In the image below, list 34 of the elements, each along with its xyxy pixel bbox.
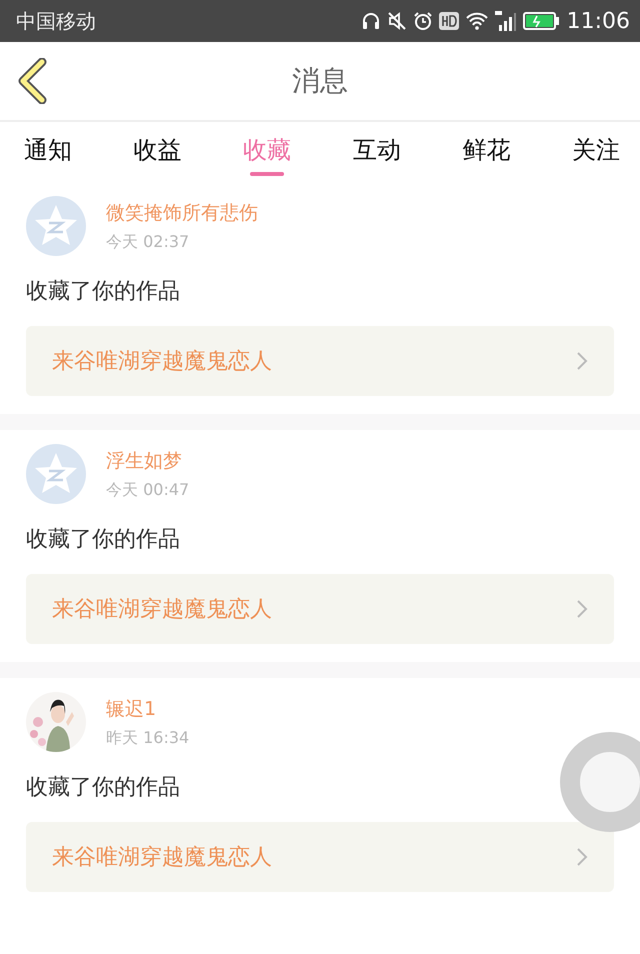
- signal-icon: [494, 11, 517, 31]
- timestamp: 今天 00:47: [106, 480, 190, 500]
- tab[interactable]: 收藏: [243, 122, 292, 182]
- battery-icon: [522, 12, 559, 30]
- work-link[interactable]: 来谷唯湖穿越魔鬼恋人: [26, 574, 614, 644]
- back-icon[interactable]: [16, 58, 48, 104]
- user-name[interactable]: 辗迟1: [106, 696, 190, 722]
- tab[interactable]: 通知: [24, 122, 72, 182]
- chevron-right-icon: [576, 351, 588, 371]
- message-text: 收藏了你的作品: [26, 278, 181, 306]
- work-link[interactable]: 来谷唯湖穿越魔鬼恋人: [26, 326, 614, 396]
- tab[interactable]: 收益: [134, 122, 182, 182]
- chevron-right-icon: [576, 599, 588, 619]
- message-text: 收藏了你的作品: [26, 774, 181, 802]
- tab[interactable]: 关注: [572, 122, 620, 182]
- work-link[interactable]: 来谷唯湖穿越魔鬼恋人: [26, 822, 614, 892]
- page-title: 消息: [292, 63, 348, 99]
- default-avatar-icon: [26, 444, 86, 504]
- alarm-icon: [412, 11, 433, 31]
- chevron-right-icon: [576, 847, 588, 867]
- tab[interactable]: 互动: [352, 122, 401, 182]
- headphones-icon: [360, 11, 381, 31]
- hd-icon: [438, 12, 459, 30]
- user-name[interactable]: 浮生如梦: [106, 448, 190, 474]
- wifi-icon: [464, 11, 489, 31]
- default-avatar-icon: [26, 196, 86, 256]
- timestamp: 昨天 16:34: [106, 728, 190, 748]
- user-name[interactable]: 微笑掩饰所有悲伤: [106, 200, 258, 226]
- carrier-name: 中国移动: [16, 8, 96, 34]
- message-text: 收藏了你的作品: [26, 526, 181, 554]
- timestamp: 今天 02:37: [106, 232, 190, 252]
- clock: 11:06: [566, 8, 630, 34]
- mute-icon: [386, 11, 407, 31]
- tab[interactable]: 鲜花: [462, 122, 510, 182]
